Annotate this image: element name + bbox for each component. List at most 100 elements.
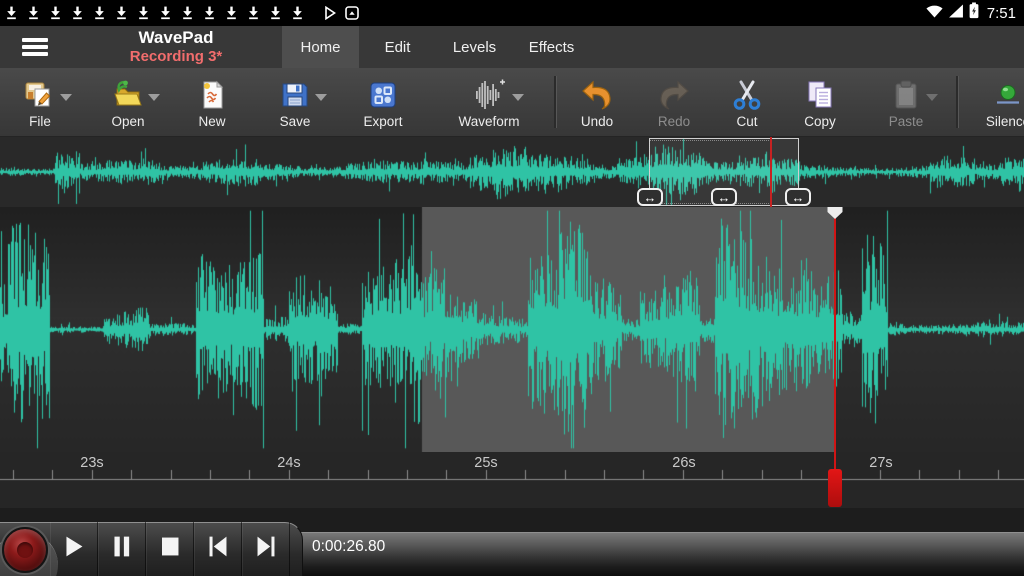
tab-levels[interactable]: Levels [436, 26, 513, 68]
play-button[interactable] [50, 522, 98, 576]
tab-home[interactable]: Home [282, 26, 359, 68]
ruler-time-label: 27s [869, 455, 892, 471]
previous-button[interactable] [194, 522, 242, 576]
toolbar-item-label: Save [280, 114, 311, 129]
download-icon [28, 6, 39, 20]
document-name: Recording 3* [70, 48, 282, 65]
app-header-bar: WavePad Recording 3* HomeEditLevelsEffec… [0, 26, 1024, 68]
toolbar-item-label: Paste [889, 114, 924, 129]
battery-charging-icon [969, 2, 979, 24]
title-block: WavePad Recording 3* [70, 26, 282, 68]
toolbar-item-label: Undo [581, 114, 613, 129]
overview-strip: ↔ ↔ ↔ [0, 137, 1024, 207]
dropdown-caret-icon[interactable] [148, 94, 160, 101]
record-button[interactable] [2, 527, 48, 573]
save-icon [278, 76, 312, 113]
export-icon [366, 76, 400, 113]
overview-selection-handle[interactable]: ↔ [785, 188, 811, 206]
main-waveform-view [0, 207, 1024, 452]
toolbar-item-label: Cut [736, 114, 757, 129]
toolbar-item-label: New [198, 114, 225, 129]
download-icon [204, 6, 215, 20]
waveform-icon [469, 76, 509, 113]
export-button[interactable]: Export [342, 68, 424, 136]
play-store-icon [324, 6, 336, 20]
download-icon [50, 6, 61, 20]
download-icon [226, 6, 237, 20]
ruler-time-label: 24s [277, 455, 300, 471]
copy-button[interactable]: Copy [784, 68, 856, 136]
dropdown-caret-icon[interactable] [926, 94, 938, 101]
previous-icon [202, 531, 234, 567]
time-ruler: 23s 24s 25s 26s 27s [0, 452, 1024, 508]
undo-icon [579, 76, 615, 113]
pause-button[interactable] [98, 522, 146, 576]
new-button[interactable]: New [176, 68, 248, 136]
ruler-time-label: 26s [672, 455, 695, 471]
redo-icon [656, 76, 692, 113]
undo-button[interactable]: Undo [556, 68, 638, 136]
overlay-app-icon [345, 6, 359, 20]
paste-icon [889, 76, 923, 113]
cellular-signal-icon [948, 4, 964, 23]
toolbar-item-label: Open [111, 114, 144, 129]
ruler-playhead-line [834, 452, 836, 470]
open-button[interactable]: Open [80, 68, 176, 136]
main-waveform-canvas[interactable] [0, 207, 1024, 452]
ruler-time-label: 23s [80, 455, 103, 471]
download-icon [116, 6, 127, 20]
overview-selection-handle[interactable]: ↔ [711, 188, 737, 206]
dropdown-caret-icon[interactable] [315, 94, 327, 101]
download-icon [6, 6, 17, 20]
download-icon [72, 6, 83, 20]
ruler-time-label: 25s [474, 455, 497, 471]
toolbar-item-label: Export [363, 114, 402, 129]
overview-selection-handle[interactable]: ↔ [637, 188, 663, 206]
next-button[interactable] [242, 522, 290, 576]
android-status-bar: 7:51 [0, 0, 1024, 26]
overview-waveform-canvas[interactable] [0, 137, 1024, 207]
paste-button[interactable]: Paste [856, 68, 956, 136]
transport-bar: 0:00:26.80 [0, 508, 1024, 576]
time-display: 0:00:26.80 [312, 536, 385, 558]
play-icon [58, 531, 90, 567]
download-icon [270, 6, 281, 20]
cut-button[interactable]: Cut [710, 68, 784, 136]
status-bar-notification-icons [0, 6, 926, 20]
save-button[interactable]: Save [248, 68, 342, 136]
app-title: WavePad [70, 29, 282, 48]
playhead-line [834, 207, 836, 452]
tab-edit[interactable]: Edit [359, 26, 436, 68]
file-button[interactable]: File [0, 68, 80, 136]
tab-effects[interactable]: Effects [513, 26, 590, 68]
next-icon [250, 531, 282, 567]
file-icon [23, 76, 57, 113]
waveform-button[interactable]: Waveform [424, 68, 554, 136]
toolbar-item-label: Waveform [458, 114, 519, 129]
download-icon [138, 6, 149, 20]
overview-playhead-line [770, 137, 772, 207]
toolbar-item-label: Copy [804, 114, 836, 129]
dropdown-caret-icon[interactable] [60, 94, 72, 101]
ruler-playhead-thumb[interactable] [828, 469, 842, 507]
silence-button[interactable]: Silence [958, 68, 1024, 136]
stop-button[interactable] [146, 522, 194, 576]
copy-icon [803, 76, 837, 113]
toolbar-item-label: File [29, 114, 51, 129]
ribbon-tabs: HomeEditLevelsEffects [282, 26, 590, 68]
redo-button[interactable]: Redo [638, 68, 710, 136]
download-icon [248, 6, 259, 20]
open-folder-icon [111, 76, 145, 113]
download-icon [182, 6, 193, 20]
wavepad-app-window: 7:51 WavePad Recording 3* HomeEditLevels… [0, 0, 1024, 576]
status-bar-clock: 7:51 [987, 5, 1016, 22]
new-document-icon [195, 76, 229, 113]
overview-selection-box [649, 140, 771, 204]
menu-button[interactable] [0, 26, 70, 68]
hamburger-icon [22, 38, 48, 56]
dropdown-caret-icon[interactable] [512, 94, 524, 101]
silence-icon [991, 76, 1024, 113]
download-icon [292, 6, 303, 20]
toolbar-item-label: Redo [658, 114, 690, 129]
download-icon [94, 6, 105, 20]
